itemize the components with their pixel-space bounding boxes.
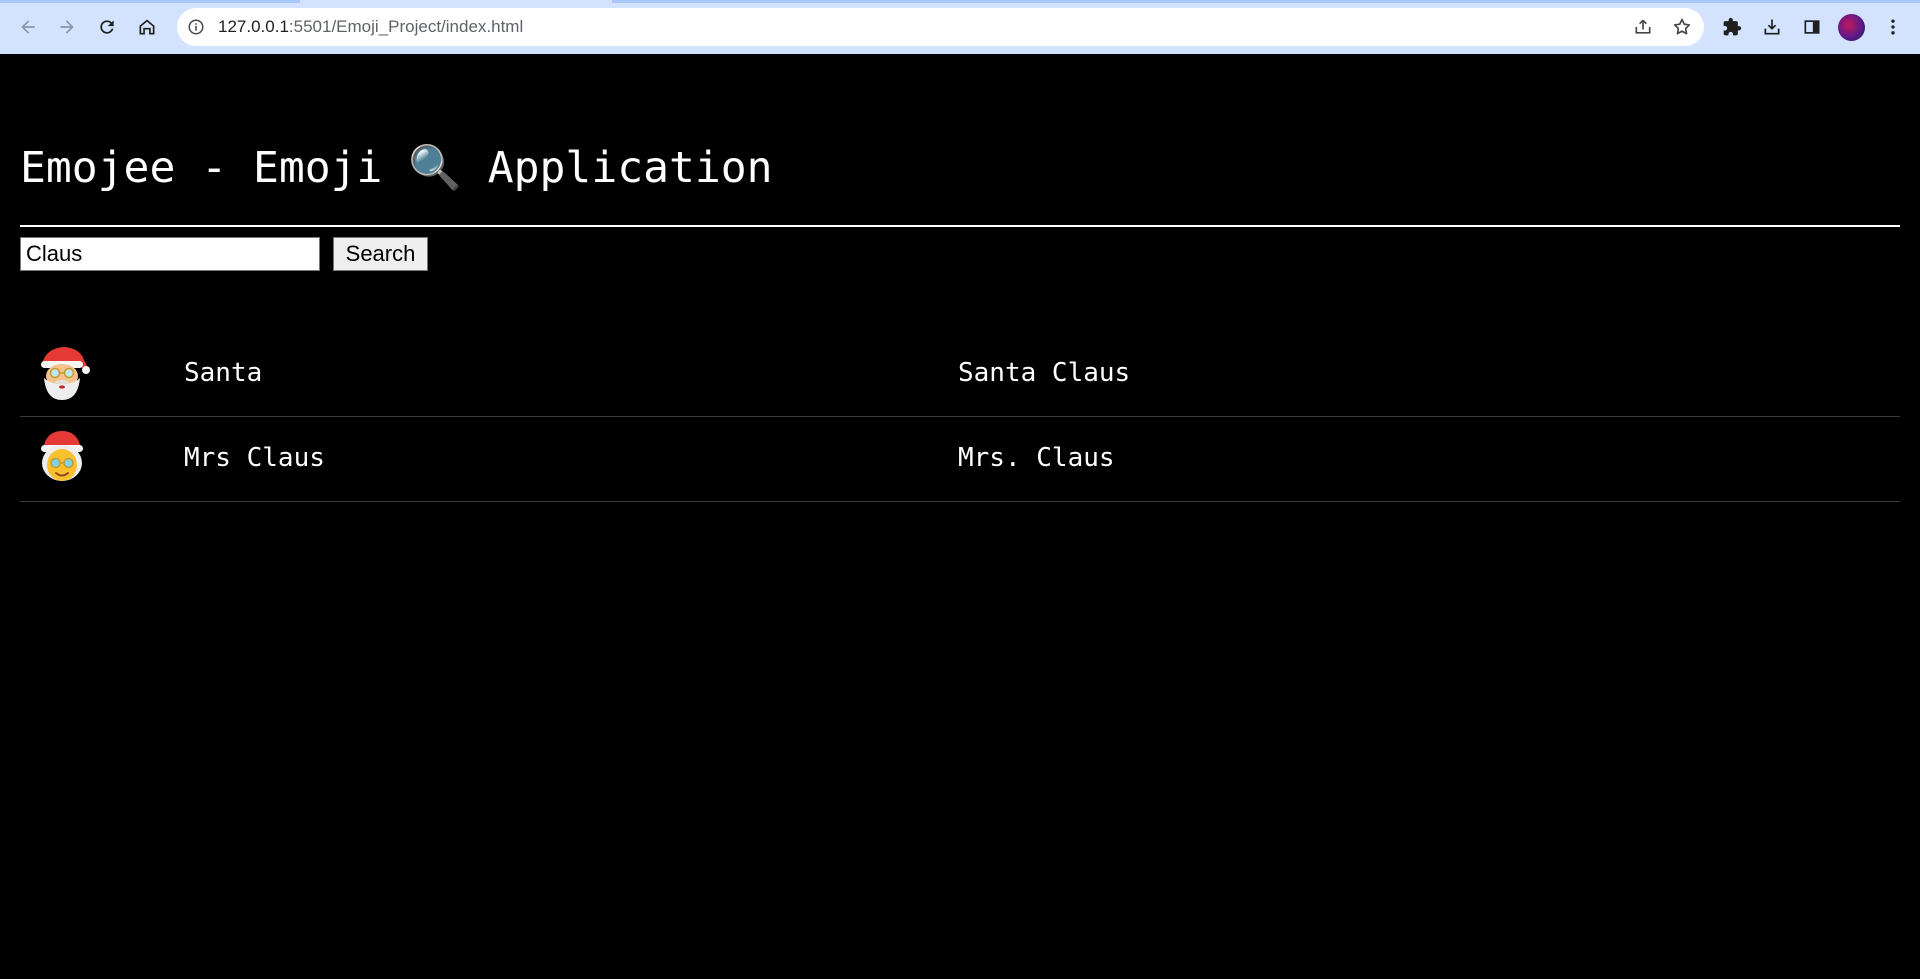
- search-input[interactable]: [20, 237, 320, 271]
- tab-indicator: [0, 0, 300, 3]
- emoji-full-name: Santa Claus: [958, 358, 1131, 388]
- page-title: Emojee - Emoji 🔍 Application: [20, 138, 773, 198]
- home-icon: [139, 19, 155, 35]
- result-row: Mrs Claus Mrs. Claus: [20, 417, 1900, 502]
- browser-menu-button[interactable]: [1877, 11, 1909, 43]
- mrs-claus-icon: [41, 431, 83, 481]
- reload-button[interactable]: [91, 11, 123, 43]
- browser-toolbar: 127.0.0.1:5501/Emoji_Project/index.html: [0, 0, 1920, 54]
- home-button[interactable]: [131, 11, 163, 43]
- reload-icon: [100, 20, 114, 34]
- title-suffix: Application: [487, 143, 773, 193]
- star-icon[interactable]: [1672, 17, 1692, 37]
- address-bar[interactable]: 127.0.0.1:5501/Emoji_Project/index.html: [177, 8, 1704, 46]
- arrow-left-icon: [21, 20, 35, 34]
- page-content: Emojee - Emoji 🔍 Application Search: [0, 54, 1920, 979]
- url-host: 127.0.0.1: [218, 17, 289, 36]
- emoji-short-name: Santa: [184, 358, 263, 388]
- side-panel-icon: [1804, 20, 1820, 34]
- header-divider: [20, 225, 1900, 227]
- puzzle-icon: [1723, 17, 1742, 36]
- search-button[interactable]: Search: [333, 237, 428, 271]
- extensions-button[interactable]: [1716, 11, 1748, 43]
- url-path: :5501/Emoji_Project/index.html: [288, 17, 524, 36]
- info-icon[interactable]: [187, 18, 205, 36]
- emoji-short-name: Mrs Claus: [184, 443, 325, 473]
- url-text[interactable]: 127.0.0.1:5501/Emoji_Project/index.html: [218, 18, 523, 36]
- tab-indicator: [612, 0, 1920, 3]
- santa-claus-icon: [41, 347, 90, 400]
- download-icon: [1764, 19, 1780, 35]
- arrow-right-icon: [60, 20, 74, 34]
- downloads-button[interactable]: [1756, 11, 1788, 43]
- results-list: Santa Santa Claus Mrs Claus Mrs. Claus: [20, 332, 1900, 502]
- profile-avatar[interactable]: [1838, 14, 1865, 41]
- side-panel-button[interactable]: [1796, 11, 1828, 43]
- back-button[interactable]: [12, 11, 44, 43]
- emoji-full-name: Mrs. Claus: [958, 443, 1115, 473]
- kebab-menu-icon: [1891, 19, 1895, 35]
- title-prefix: Emojee - Emoji: [20, 143, 383, 193]
- forward-button[interactable]: [51, 11, 83, 43]
- magnifier-icon: 🔍: [408, 143, 462, 193]
- share-icon[interactable]: [1633, 17, 1653, 37]
- result-row: Santa Santa Claus: [20, 332, 1900, 417]
